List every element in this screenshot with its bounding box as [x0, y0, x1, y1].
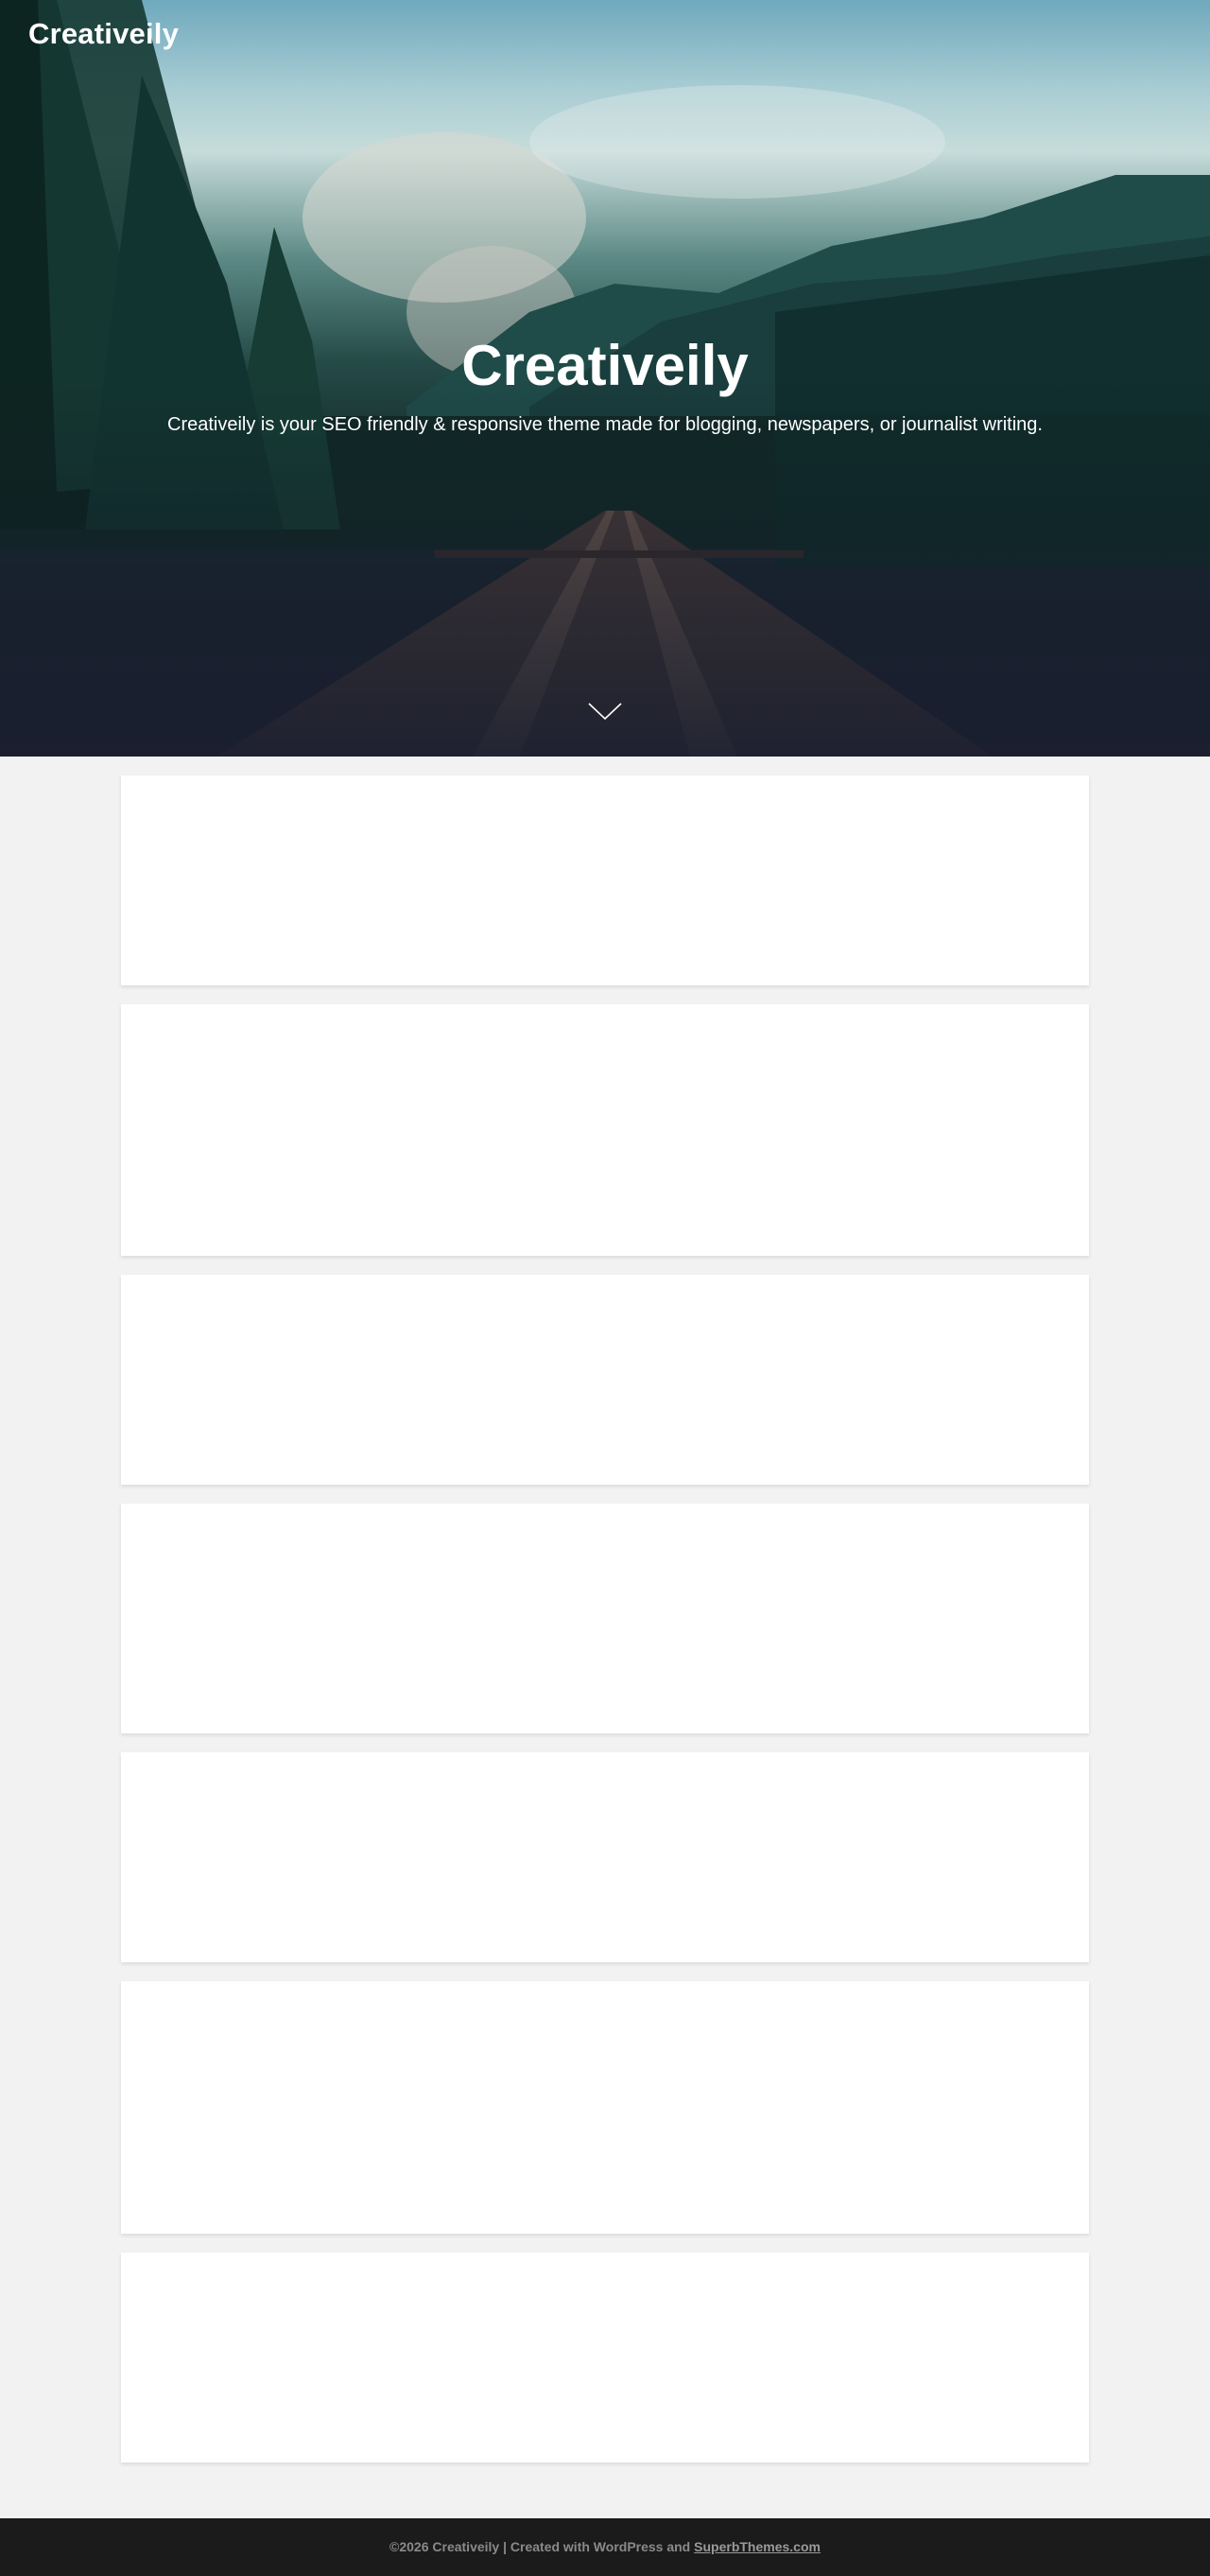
post-card[interactable]: [121, 2253, 1089, 2463]
site-footer: ©2026 Creativeily | Created with WordPre…: [0, 2518, 1210, 2576]
hero-tagline: Creativeily is your SEO friendly & respo…: [167, 414, 1043, 435]
hero-title: Creativeily: [461, 334, 749, 397]
post-card[interactable]: [121, 1981, 1089, 2234]
post-card[interactable]: [121, 775, 1089, 985]
chevron-down-icon[interactable]: [586, 700, 624, 722]
site-logo[interactable]: Creativeily: [28, 17, 179, 51]
footer-copyright: ©2026 Creativeily | Created with WordPre…: [389, 2539, 695, 2554]
footer-superbthemes-link[interactable]: SuperbThemes.com: [694, 2539, 821, 2554]
hero-section: Creativeily Creativeily Creativeily is y…: [0, 0, 1210, 757]
post-card[interactable]: [121, 1004, 1089, 1256]
post-card[interactable]: [121, 1504, 1089, 1733]
post-card[interactable]: [121, 1275, 1089, 1485]
post-card[interactable]: [121, 1752, 1089, 1962]
